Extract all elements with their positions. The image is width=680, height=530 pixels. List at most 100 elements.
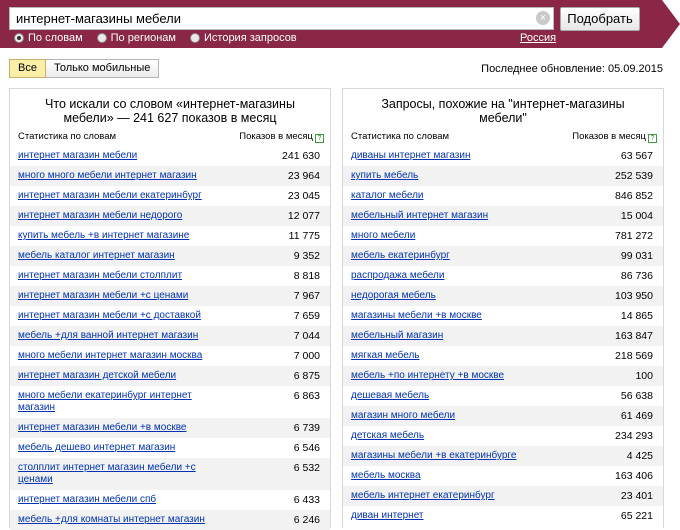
- last-updated: Последнее обновление: 05.09.2015: [481, 63, 663, 75]
- table-row: магазин много мебели 61 469: [343, 406, 663, 426]
- keyword-link[interactable]: много мебели екатеринбург интернет магаз…: [18, 390, 228, 414]
- radio-dot[interactable]: [96, 33, 107, 43]
- clear-icon[interactable]: ×: [536, 11, 550, 25]
- search-header: интернет-магазины мебели × Подобрать По …: [0, 0, 680, 48]
- panel-title: Запросы, похожие на "интернет-магазины м…: [381, 97, 625, 125]
- keyword-link[interactable]: интернет магазин мебели: [18, 150, 228, 162]
- keyword-link[interactable]: много мебели: [351, 230, 561, 242]
- keyword-link[interactable]: мебель +для комнаты интернет магазин: [18, 514, 228, 526]
- keyword-link[interactable]: мебель дешево интернет магазин: [18, 442, 228, 454]
- keyword-link[interactable]: интернет магазин мебели +с доставкой: [18, 310, 228, 322]
- table-row: мебель москва 163 406: [343, 466, 663, 486]
- shows-count: 241 630: [282, 150, 320, 162]
- column-shows-label: Показов в месяц: [239, 131, 313, 142]
- submit-button[interactable]: Подобрать: [560, 7, 640, 31]
- filter-mobile-button[interactable]: Только мобильные: [45, 59, 160, 78]
- keyword-link[interactable]: мебель каталог интернет магазин: [18, 250, 228, 262]
- keyword-link[interactable]: магазины мебели +в екатеринбурге: [351, 450, 561, 462]
- table-row: каталог мебели 846 852: [343, 186, 663, 206]
- radio-by-words[interactable]: По словам: [14, 31, 83, 45]
- keyword-link[interactable]: диван интернет: [351, 510, 561, 522]
- shows-count: 6 246: [293, 514, 320, 526]
- keyword-link[interactable]: интернет магазин мебели недорого: [18, 210, 228, 222]
- keyword-link[interactable]: интернет магазин мебели +в москве: [18, 422, 228, 434]
- table-row: детская мебель 234 293: [343, 426, 663, 446]
- search-input[interactable]: интернет-магазины мебели: [9, 7, 554, 30]
- shows-count: 6 546: [293, 442, 320, 454]
- table-row: интернет магазин мебели +в москве 6 739: [10, 418, 330, 438]
- radio-dot[interactable]: [190, 33, 200, 43]
- shows-count: 23 401: [620, 490, 653, 502]
- keyword-link[interactable]: много мебели интернет магазин москва: [18, 350, 228, 362]
- filter-all-button[interactable]: Все: [9, 59, 46, 78]
- shows-count: 15 004: [620, 210, 653, 222]
- keyword-link[interactable]: мебель екатеринбург: [351, 250, 561, 262]
- keyword-link[interactable]: детская мебель: [351, 430, 561, 442]
- keyword-link[interactable]: много много мебели интернет магазин: [18, 170, 228, 182]
- shows-count: 61 469: [620, 410, 653, 422]
- column-header: Статистика по словам Показов в месяц?: [18, 130, 324, 144]
- shows-count: 11 775: [288, 230, 320, 242]
- keyword-link[interactable]: интернет магазин детской мебели: [18, 370, 228, 382]
- keyword-link[interactable]: дешевая мебель: [351, 390, 561, 402]
- table-row: много много мебели интернет магазин 23 96…: [10, 166, 330, 186]
- shows-count: 218 569: [615, 350, 653, 362]
- keyword-link[interactable]: магазин много мебели: [351, 410, 561, 422]
- table-row: интернет магазин мебели спб 6 433: [10, 490, 330, 510]
- table-row: столплит интернет магазин мебели +с цена…: [10, 458, 330, 490]
- keyword-link[interactable]: мебель +по интернету +в москве: [351, 370, 561, 382]
- keyword-link[interactable]: интернет магазин мебели спб: [18, 494, 228, 506]
- table-row: много мебели 781 272: [343, 226, 663, 246]
- table-row: мебельный интернет магазин 15 004: [343, 206, 663, 226]
- shows-count: 23 045: [287, 190, 320, 202]
- shows-count: 7 044: [293, 330, 320, 342]
- table-row: интернет магазин мебели +с ценами 7 967: [10, 286, 330, 306]
- keyword-link[interactable]: купить мебель +в интернет магазине: [18, 230, 228, 242]
- shows-count: 56 638: [620, 390, 653, 402]
- radio-label: История запросов: [204, 32, 297, 44]
- keyword-link[interactable]: мебельный магазин: [351, 330, 561, 342]
- keyword-link[interactable]: мебель +для ванной интернет магазин: [18, 330, 228, 342]
- keyword-link[interactable]: мебельный интернет магазин: [351, 210, 561, 222]
- shows-count: 846 852: [615, 190, 653, 202]
- keyword-link[interactable]: купить мебель: [351, 170, 561, 182]
- keyword-link[interactable]: интернет магазин мебели столплит: [18, 270, 228, 282]
- shows-count: 252 539: [615, 170, 653, 182]
- table-row: дешевая мебель 56 638: [343, 386, 663, 406]
- shows-count: 7 659: [293, 310, 320, 322]
- shows-count: 7 967: [293, 290, 320, 302]
- keyword-link[interactable]: каталог мебели: [351, 190, 561, 202]
- help-icon[interactable]: ?: [315, 134, 324, 143]
- keyword-link[interactable]: столплит интернет магазин мебели +с цена…: [18, 462, 228, 486]
- shows-count: 12 077: [287, 210, 320, 222]
- panel-title: Что искали со словом «интернет-магазины …: [45, 97, 295, 125]
- shows-count: 63 567: [620, 150, 653, 162]
- keyword-link[interactable]: мягкая мебель: [351, 350, 561, 362]
- radio-by-regions[interactable]: По регионам: [96, 31, 176, 45]
- table-row: диван интернет 65 221: [343, 506, 663, 526]
- help-icon[interactable]: ?: [648, 134, 657, 143]
- shows-count: 6 875: [293, 370, 320, 382]
- panel-similar-queries: Запросы, похожие на "интернет-магазины м…: [342, 88, 664, 528]
- radio-dot[interactable]: [14, 33, 24, 43]
- keyword-link[interactable]: диваны интернет магазин: [351, 150, 561, 162]
- keyword-link[interactable]: мебель интернет екатеринбург: [351, 490, 561, 502]
- region-link[interactable]: Россия: [520, 31, 556, 45]
- shows-count: 99 031: [620, 250, 653, 262]
- shows-count: 100: [635, 370, 653, 382]
- keyword-link[interactable]: распродажа мебели: [351, 270, 561, 282]
- keyword-link[interactable]: мебель москва: [351, 470, 561, 482]
- keyword-link[interactable]: недорогая мебель: [351, 290, 561, 302]
- keyword-link[interactable]: магазины мебели +в москве: [351, 310, 561, 322]
- shows-count: 6 532: [293, 462, 320, 474]
- shows-count: 103 950: [615, 290, 653, 302]
- keyword-link[interactable]: интернет магазин мебели екатеринбург: [18, 190, 228, 202]
- table-row: интернет магазин мебели екатеринбург 23 0…: [10, 186, 330, 206]
- keyword-link[interactable]: интернет магазин мебели +с ценами: [18, 290, 228, 302]
- radio-history[interactable]: История запросов: [190, 31, 297, 45]
- device-filter: Все Только мобильные: [9, 59, 160, 78]
- table-row: мебель +по интернету +в москве 100: [343, 366, 663, 386]
- table-row: недорогая мебель 103 950: [343, 286, 663, 306]
- table-row: интернет магазин мебели +с доставкой 7 65…: [10, 306, 330, 326]
- table-row: интернет магазин детской мебели 6 875: [10, 366, 330, 386]
